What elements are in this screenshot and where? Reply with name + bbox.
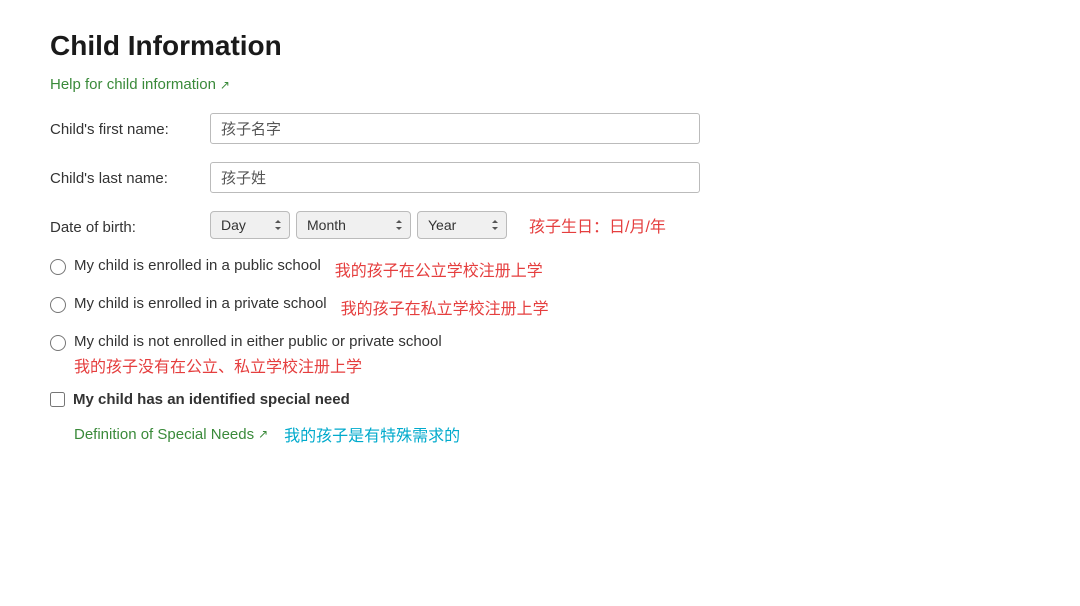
private-school-option: My child is enrolled in a private school — [50, 295, 327, 313]
not-enrolled-radio[interactable] — [50, 335, 66, 351]
last-name-row: Child's last name: — [50, 162, 1030, 193]
public-school-row: My child is enrolled in a public school … — [50, 257, 1030, 281]
public-school-label[interactable]: My child is enrolled in a public school — [74, 257, 321, 274]
not-enrolled-row: My child is not enrolled in either publi… — [50, 333, 1030, 377]
private-school-label[interactable]: My child is enrolled in a private school — [74, 295, 327, 312]
special-needs-checkbox-row: My child has an identified special need — [50, 391, 350, 408]
help-link-text: Help for child information — [50, 76, 216, 93]
page-title: Child Information — [50, 30, 1030, 62]
definition-row: Definition of Special Needs ↗ 我的孩子是有特殊需求… — [50, 422, 1030, 446]
public-school-translation: 我的孩子在公立学校注册上学 — [335, 257, 543, 281]
year-select[interactable]: Year 2024202320222021 2020201920182017 2… — [417, 211, 507, 239]
last-name-input[interactable] — [210, 162, 700, 193]
first-name-label: Child's first name: — [50, 113, 210, 140]
first-name-row: Child's first name: — [50, 113, 1030, 144]
private-school-radio[interactable] — [50, 297, 66, 313]
dob-label: Date of birth: — [50, 211, 210, 238]
not-enrolled-translation: 我的孩子没有在公立、私立学校注册上学 — [74, 353, 362, 377]
public-school-radio[interactable] — [50, 259, 66, 275]
private-school-translation: 我的孩子在私立学校注册上学 — [341, 295, 549, 319]
help-link[interactable]: Help for child information ↗ — [50, 76, 230, 93]
dob-hint: 孩子生日：日/月/年 — [529, 213, 666, 237]
special-needs-row: My child has an identified special need — [50, 391, 1030, 416]
first-name-input[interactable] — [210, 113, 700, 144]
not-enrolled-option: My child is not enrolled in either publi… — [50, 333, 442, 351]
month-select[interactable]: Month JanuaryFebruaryMarch AprilMayJune … — [296, 211, 411, 239]
definition-external-icon: ↗ — [258, 427, 268, 441]
not-enrolled-label[interactable]: My child is not enrolled in either publi… — [74, 333, 442, 350]
day-select[interactable]: Day 12345 678910 1112131415 1617181920 2… — [210, 211, 290, 239]
date-selects: Day 12345 678910 1112131415 1617181920 2… — [210, 211, 666, 239]
definition-link[interactable]: Definition of Special Needs ↗ — [74, 426, 268, 443]
dob-row: Date of birth: Day 12345 678910 11121314… — [50, 211, 1030, 239]
special-needs-label[interactable]: My child has an identified special need — [73, 391, 350, 408]
school-enrollment-group: My child is enrolled in a public school … — [50, 257, 1030, 377]
last-name-label: Child's last name: — [50, 162, 210, 189]
special-needs-checkbox[interactable] — [50, 392, 65, 407]
external-link-icon: ↗ — [220, 78, 230, 92]
definition-link-text: Definition of Special Needs — [74, 426, 254, 443]
special-needs-translation: 我的孩子是有特殊需求的 — [284, 422, 460, 446]
private-school-row: My child is enrolled in a private school… — [50, 295, 1030, 319]
public-school-option: My child is enrolled in a public school — [50, 257, 321, 275]
